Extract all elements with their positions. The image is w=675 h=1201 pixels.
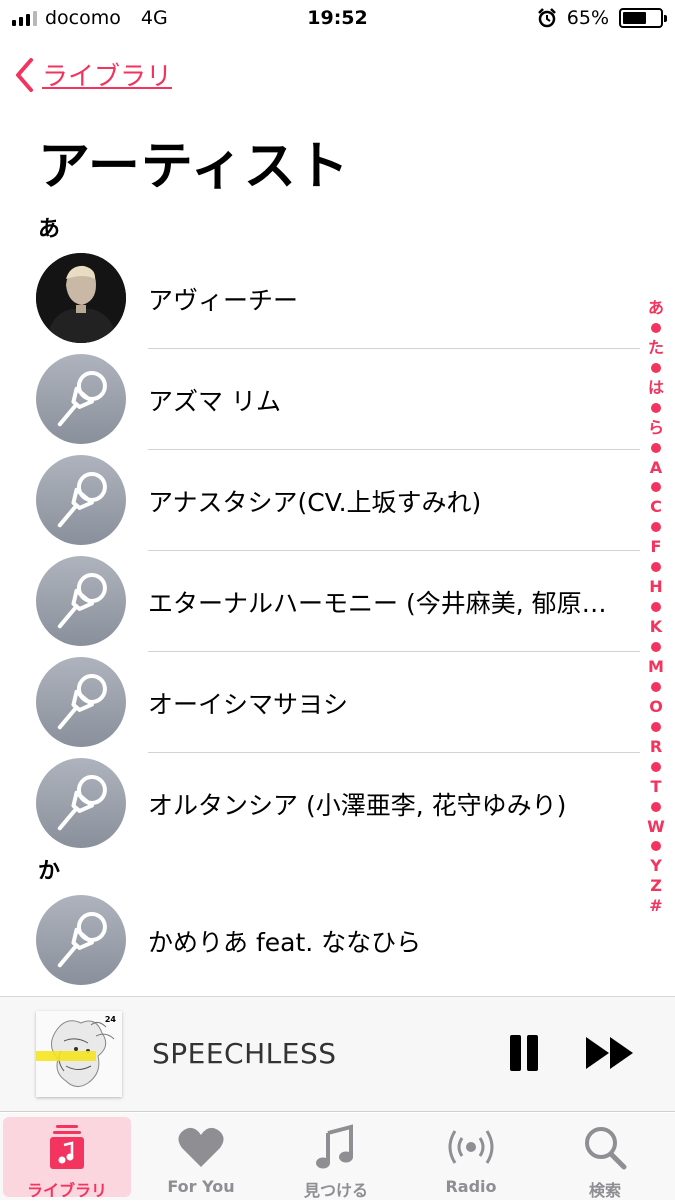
artist-name: アナスタシア(CV.上坂すみれ) — [148, 488, 482, 517]
tab-search[interactable]: 検索 — [541, 1117, 669, 1200]
section-header: か — [38, 859, 61, 884]
battery-icon — [619, 8, 667, 28]
fast-forward-button[interactable] — [584, 1035, 636, 1071]
now-playing-title: SPEECHLESS — [152, 1037, 337, 1070]
artist-avatar — [36, 354, 126, 444]
radio-icon — [446, 1123, 496, 1171]
index-letter[interactable]: R — [650, 737, 662, 757]
index-dot[interactable] — [651, 801, 661, 812]
tab-radio[interactable]: Radio — [407, 1117, 535, 1197]
index-dot[interactable] — [651, 322, 661, 333]
artist-row[interactable]: アズマ リム — [0, 349, 640, 450]
index-dot[interactable] — [651, 642, 661, 653]
microphone-icon — [57, 572, 107, 629]
artist-row[interactable]: かめりあ feat. ななひら — [0, 890, 640, 991]
alarm-icon — [537, 8, 556, 28]
artist-avatar — [36, 455, 126, 545]
album-art-label: 24 — [104, 1015, 116, 1024]
tab-label: 検索 — [588, 1181, 621, 1200]
index-letter[interactable]: H — [649, 577, 662, 597]
index-dot[interactable] — [651, 402, 661, 413]
mini-player[interactable]: 24 SPEECHLESS — [0, 996, 675, 1112]
index-dot[interactable] — [651, 482, 661, 493]
index-letter[interactable]: Z — [650, 876, 662, 896]
artist-avatar — [36, 895, 126, 985]
tab-label: 見つける — [303, 1181, 368, 1200]
back-button[interactable]: ライブラリ — [14, 56, 172, 93]
microphone-icon — [57, 774, 107, 831]
page-title: アーティスト — [38, 137, 350, 197]
artist-name: オルタンシア (小澤亜李, 花守ゆみり) — [148, 791, 567, 820]
status-bar: docomo 4G 19:52 65% — [0, 0, 675, 40]
tab-bar: ライブラリ For You 見つける Radio 検索 — [0, 1113, 675, 1200]
artist-avatar — [36, 758, 126, 848]
library-icon — [42, 1123, 92, 1171]
microphone-icon — [57, 673, 107, 730]
artist-name: アズマ リム — [148, 387, 281, 416]
index-dot[interactable] — [651, 721, 661, 732]
heart-icon — [176, 1123, 226, 1171]
music-note-icon — [311, 1123, 361, 1171]
artist-photo — [36, 253, 126, 343]
index-letter[interactable]: W — [647, 817, 665, 837]
tab-music-note[interactable]: 見つける — [272, 1117, 400, 1200]
index-letter[interactable]: T — [651, 777, 662, 797]
index-dot[interactable] — [651, 841, 661, 852]
artist-row[interactable]: アヴィーチー — [0, 248, 640, 349]
artist-list: あ アヴィーチー アズマ リム アナスタシア(CV.上坂すみれ) エターナルハー… — [0, 212, 640, 991]
index-dot[interactable] — [651, 681, 661, 692]
artist-row[interactable]: オルタンシア (小澤亜李, 花守ゆみり) — [0, 753, 640, 854]
tab-library[interactable]: ライブラリ — [3, 1117, 131, 1200]
artist-row[interactable]: エターナルハーモニー (今井麻美, 郁原… — [0, 551, 640, 652]
index-letter[interactable]: M — [648, 657, 664, 677]
artist-name: アヴィーチー — [148, 286, 299, 315]
index-letter[interactable]: あ — [648, 298, 664, 318]
index-letter[interactable]: ら — [648, 418, 664, 438]
battery-percent: 65% — [566, 7, 609, 29]
index-letter[interactable]: K — [650, 617, 662, 637]
alphabet-index[interactable]: あたはら A C F H K M O R T W Y Z # — [645, 298, 667, 916]
tab-heart[interactable]: For You — [137, 1117, 265, 1197]
tab-label: ライブラリ — [26, 1181, 107, 1200]
index-letter[interactable]: た — [648, 338, 664, 358]
microphone-icon — [57, 370, 107, 427]
tab-label: Radio — [445, 1177, 497, 1196]
artist-avatar — [36, 556, 126, 646]
artist-name: エターナルハーモニー (今井麻美, 郁原… — [148, 589, 607, 618]
tab-label: For You — [167, 1177, 235, 1196]
battery-level-fill — [623, 12, 647, 24]
index-dot[interactable] — [651, 442, 661, 453]
pause-button[interactable] — [508, 1035, 540, 1071]
section-header: あ — [38, 217, 61, 242]
artist-name: かめりあ feat. ななひら — [148, 928, 422, 957]
artist-row[interactable]: オーイシマサヨシ — [0, 652, 640, 753]
index-dot[interactable] — [651, 602, 661, 613]
artist-row[interactable]: アナスタシア(CV.上坂すみれ) — [0, 450, 640, 551]
index-dot[interactable] — [651, 562, 661, 573]
index-dot[interactable] — [651, 522, 661, 533]
artist-name: オーイシマサヨシ — [148, 690, 349, 719]
index-letter[interactable]: O — [649, 697, 663, 717]
microphone-icon — [57, 911, 107, 968]
index-letter[interactable]: C — [650, 497, 662, 517]
artist-avatar — [36, 253, 126, 343]
back-button-label: ライブラリ — [42, 62, 173, 92]
microphone-icon — [57, 471, 107, 528]
artist-avatar — [36, 657, 126, 747]
index-dot[interactable] — [651, 362, 661, 373]
index-letter[interactable]: # — [649, 896, 662, 916]
index-letter[interactable]: Y — [650, 856, 662, 876]
index-letter[interactable]: F — [651, 537, 662, 557]
chevron-left-icon — [16, 57, 33, 92]
index-dot[interactable] — [651, 761, 661, 772]
search-icon — [580, 1123, 630, 1171]
album-art[interactable]: 24 — [36, 1011, 122, 1097]
index-letter[interactable]: A — [650, 458, 662, 478]
index-letter[interactable]: は — [648, 378, 664, 398]
